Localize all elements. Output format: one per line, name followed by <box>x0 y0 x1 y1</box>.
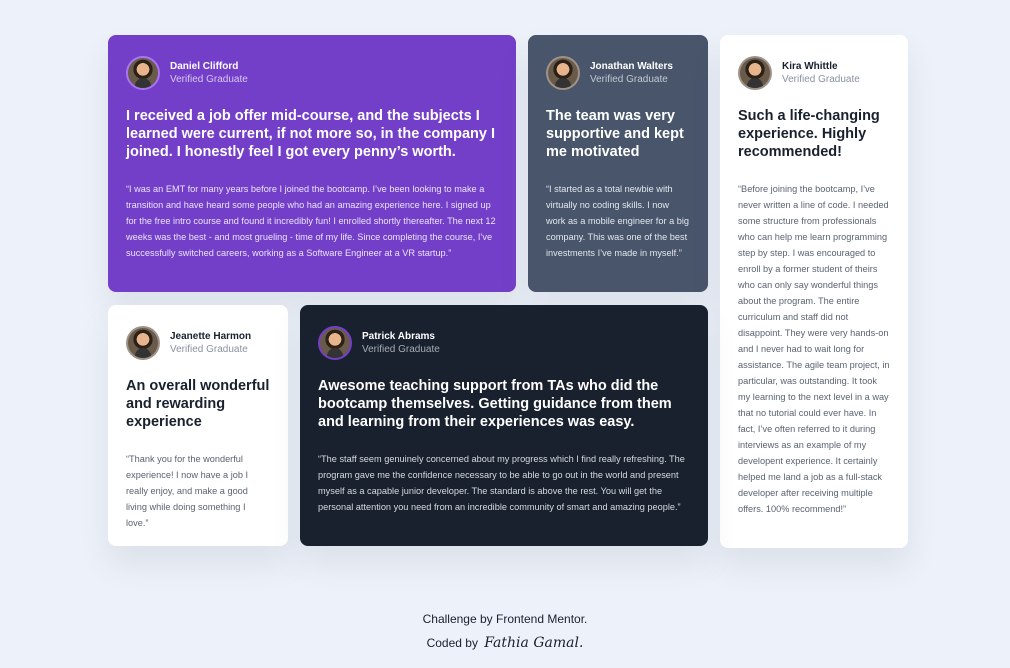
author-status: Verified Graduate <box>590 73 668 85</box>
author-name: Jeanette Harmon <box>170 330 252 342</box>
testimonial-quote: “I started as a total newbie with virtua… <box>546 184 689 258</box>
testimonial-quote: “The staff seem genuinely concerned abou… <box>318 454 685 512</box>
testimonial-headline: An overall wonderful and rewarding exper… <box>126 378 270 430</box>
testimonial-card-kira: Kira Whittle Verified Graduate Such a li… <box>720 35 908 548</box>
card-header: Daniel Clifford Verified Graduate <box>126 55 498 91</box>
coded-by-label: Coded by <box>426 636 478 650</box>
author-signature-link[interactable]: Fathia Gamal. <box>484 635 583 651</box>
author-name: Patrick Abrams <box>362 330 435 342</box>
testimonial-headline: Awesome teaching support from TAs who di… <box>318 378 672 430</box>
attribution-author: Coded by Fathia Gamal. <box>0 635 1010 651</box>
testimonial-headline: The team was very supportive and kept me… <box>546 108 684 160</box>
testimonial-quote: “Thank you for the wonderful experience!… <box>126 454 249 528</box>
avatar <box>546 56 580 90</box>
testimonial-quote: “I was an EMT for many years before I jo… <box>126 184 496 258</box>
author-info: Jonathan Walters Verified Graduate <box>590 61 673 86</box>
challenge-link[interactable]: Challenge by Frontend Mentor. <box>423 612 588 626</box>
testimonial-headline: I received a job offer mid-course, and t… <box>126 108 496 160</box>
testimonial-card-daniel: Daniel Clifford Verified Graduate I rece… <box>108 35 516 292</box>
author-status: Verified Graduate <box>170 343 248 355</box>
attribution-challenge: Challenge by Frontend Mentor. <box>0 612 1010 626</box>
avatar <box>738 56 772 90</box>
avatar <box>126 326 160 360</box>
author-name: Kira Whittle <box>782 60 838 72</box>
testimonial-card-jeanette: Jeanette Harmon Verified Graduate An ove… <box>108 305 288 546</box>
testimonial-card-jonathan: Jonathan Walters Verified Graduate The t… <box>528 35 708 292</box>
author-name: Daniel Clifford <box>170 60 239 72</box>
card-header: Jeanette Harmon Verified Graduate <box>126 325 270 361</box>
author-info: Daniel Clifford Verified Graduate <box>170 61 248 86</box>
card-header: Kira Whittle Verified Graduate <box>738 55 890 91</box>
author-status: Verified Graduate <box>362 343 440 355</box>
avatar <box>318 326 352 360</box>
author-info: Jeanette Harmon Verified Graduate <box>170 331 251 356</box>
testimonial-quote: “Before joining the bootcamp, I’ve never… <box>738 184 890 514</box>
testimonial-card-patrick: Patrick Abrams Verified Graduate Awesome… <box>300 305 708 546</box>
author-status: Verified Graduate <box>782 73 860 85</box>
author-info: Patrick Abrams Verified Graduate <box>362 331 440 356</box>
avatar <box>126 56 160 90</box>
card-header: Patrick Abrams Verified Graduate <box>318 325 690 361</box>
author-status: Verified Graduate <box>170 73 248 85</box>
testimonial-headline: Such a life-changing experience. Highly … <box>738 108 880 160</box>
author-info: Kira Whittle Verified Graduate <box>782 61 860 86</box>
card-header: Jonathan Walters Verified Graduate <box>546 55 690 91</box>
author-name: Jonathan Walters <box>590 60 673 72</box>
